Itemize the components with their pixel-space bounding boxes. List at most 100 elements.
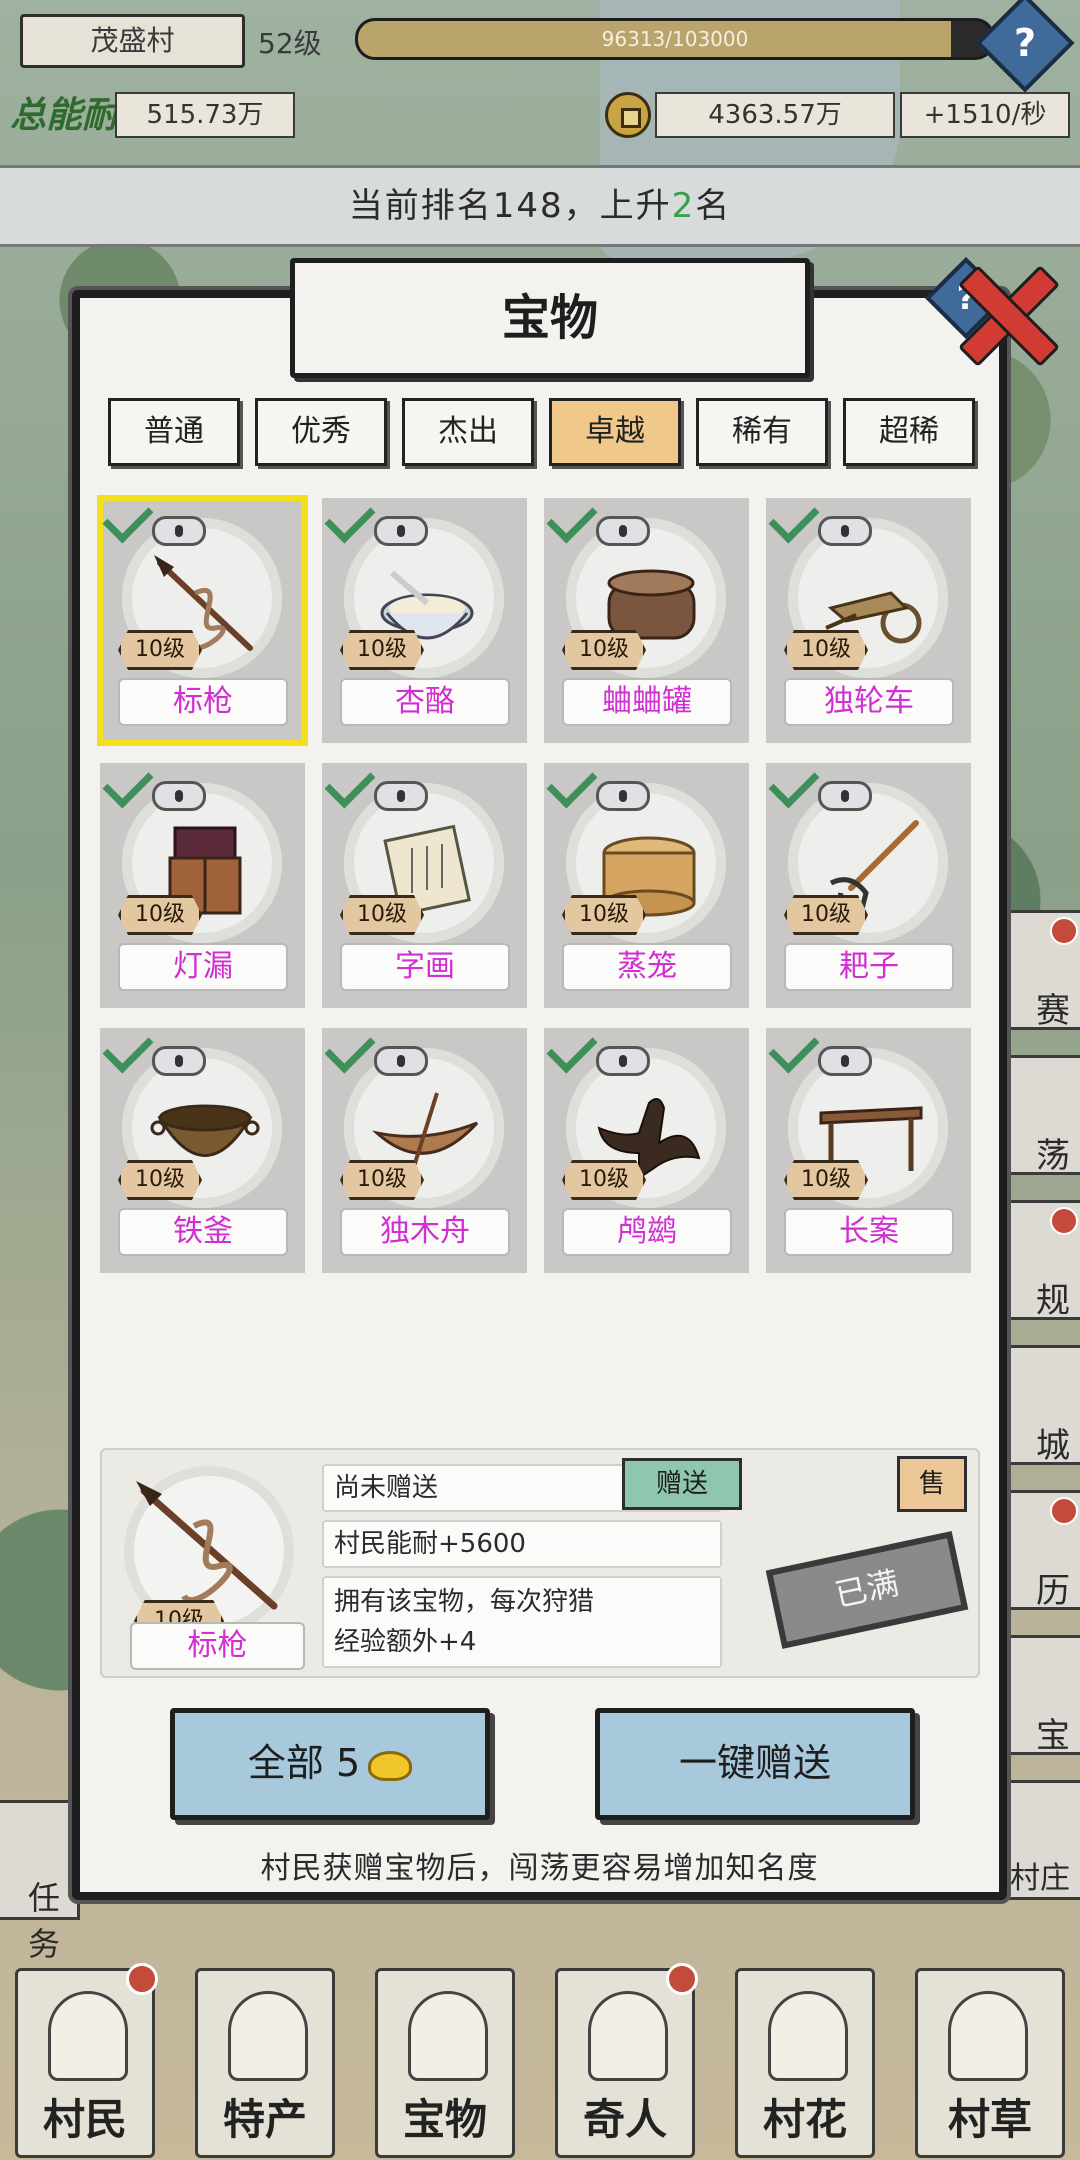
owned-check-icon	[324, 492, 376, 544]
level-badge: 10级	[118, 630, 202, 670]
item-name: 蛐蛐罐	[562, 678, 732, 726]
owned-check-icon	[102, 1022, 154, 1074]
tab-excellent[interactable]: 卓越	[549, 398, 681, 466]
notification-dot	[1050, 917, 1078, 945]
lock-icon	[596, 1046, 650, 1076]
lock-icon	[374, 781, 428, 811]
treasure-card[interactable]: 10级独木舟	[322, 1022, 527, 1273]
item-name: 杏酪	[340, 678, 510, 726]
treasure-card[interactable]: 10级 鸬鹚	[544, 1022, 749, 1273]
copper-coin-icon	[605, 92, 651, 138]
grain-sack-icon	[228, 1991, 308, 2081]
lock-icon	[152, 781, 206, 811]
nav-village-beau[interactable]: 村草	[915, 1968, 1065, 2158]
treasure-card[interactable]: 10级 字画	[322, 757, 527, 1008]
nav-label: 奇人	[582, 2095, 667, 2144]
treasure-card[interactable]: 10级耙子	[766, 757, 971, 1008]
treasure-card[interactable]: 10级独轮车	[766, 492, 971, 743]
tab-rare[interactable]: 稀有	[696, 398, 828, 466]
item-name: 灯漏	[118, 943, 288, 991]
village-name[interactable]: 茂盛村	[20, 14, 245, 68]
nav-villagers[interactable]: 村民	[15, 1963, 158, 2158]
description-line-1: 拥有该宝物，每次狩猎	[334, 1587, 595, 1617]
villager-avatar-icon	[48, 1991, 128, 2081]
owned-check-icon	[324, 1022, 376, 1074]
tab-good[interactable]: 优秀	[255, 398, 387, 466]
stat-bonus: 村民能耐+5600	[322, 1520, 722, 1568]
level-badge: 10级	[784, 895, 868, 935]
owned-check-icon	[324, 757, 376, 809]
rank-text: 当前排名148，上升	[348, 186, 672, 226]
level-badge: 10级	[562, 1160, 646, 1200]
treasure-card[interactable]: 10级 标枪	[97, 492, 308, 746]
item-name: 长案	[784, 1208, 954, 1256]
treasure-card[interactable]: 10级 蒸笼	[544, 757, 749, 1008]
footer-note: 村民获赠宝物后，闯荡更容易增加知名度	[260, 1851, 819, 1886]
side-label: 赛	[1036, 991, 1070, 1031]
modal-title-banner: 宝物 ?	[290, 256, 1008, 378]
village-level: 52级	[258, 27, 322, 60]
level-badge: 10级	[562, 895, 646, 935]
treasure-card[interactable]: 10级蛐蛐罐	[544, 492, 749, 743]
top-hud: 茂盛村 52级 96313/103000 ?	[0, 0, 1080, 93]
item-name: 独木舟	[340, 1208, 510, 1256]
nav-label: 村花	[762, 2095, 847, 2144]
nav-label: 宝物	[402, 2095, 487, 2144]
nav-label: 特产	[222, 2095, 307, 2144]
sell-button[interactable]: 售	[897, 1456, 967, 1512]
nav-label: 村民	[42, 2095, 127, 2144]
nav-specialty[interactable]: 特产	[195, 1968, 335, 2158]
tab-common[interactable]: 普通	[108, 398, 240, 466]
item-name: 独轮车	[784, 678, 954, 726]
treasure-card[interactable]: 10级灯漏	[100, 757, 305, 1008]
eccentric-avatar-icon	[588, 1991, 668, 2081]
treasure-card[interactable]: 10级长案	[766, 1022, 971, 1273]
level-badge: 10级	[340, 1160, 424, 1200]
rarity-tabs: 普通 优秀 杰出 卓越 稀有 超稀	[108, 398, 978, 468]
lock-icon	[374, 1046, 428, 1076]
level-badge: 10级	[340, 630, 424, 670]
help-icon[interactable]: ?	[975, 0, 1075, 93]
nav-eccentric[interactable]: 奇人	[555, 1963, 698, 2158]
gift-button[interactable]: 赠送	[622, 1458, 742, 1510]
level-badge: 10级	[118, 1160, 202, 1200]
notification-dot	[126, 1963, 158, 1995]
treasure-grid: 10级 标枪 10级 杏酪 10级 蛐蛐罐 10级 独轮车 10级 灯漏 10级 字画 10级 蒸笼 10级…	[97, 492, 980, 1298]
treasure-modal: 宝物 ? 普通 优秀 杰出 卓越 稀有 超稀 10级 标枪 10级 杏酪 10级 蛐蛐罐 1…	[72, 256, 1008, 1900]
level-badge: 10级	[118, 895, 202, 935]
level-badge: 10级	[784, 630, 868, 670]
unlock-all-button[interactable]: 全部 5	[170, 1708, 490, 1820]
level-badge: 10级	[562, 630, 646, 670]
village-belle-avatar-icon	[768, 1991, 848, 2081]
side-label: 规	[1036, 1281, 1070, 1321]
side-label: 荡	[1036, 1136, 1070, 1176]
nav-treasure[interactable]: 宝物	[375, 1968, 515, 2158]
rank-rise: 2	[671, 186, 696, 226]
gift-all-button[interactable]: 一键赠送	[595, 1708, 915, 1820]
item-name: 字画	[340, 943, 510, 991]
tab-super-rare[interactable]: 超稀	[843, 398, 975, 466]
side-label: 村庄	[1010, 1861, 1070, 1896]
treasure-card[interactable]: 10级杏酪	[322, 492, 527, 743]
item-name: 耙子	[784, 943, 954, 991]
owned-check-icon	[546, 492, 598, 544]
lock-icon	[152, 1046, 206, 1076]
rank-suffix: 名	[695, 186, 732, 226]
level-badge: 10级	[784, 1160, 868, 1200]
owned-check-icon	[102, 757, 154, 809]
owned-check-icon	[768, 492, 820, 544]
description-line-2: 经验额外+4	[334, 1627, 477, 1657]
treasure-description: 拥有该宝物，每次狩猎 经验额外+4	[322, 1576, 722, 1668]
tab-outstanding[interactable]: 杰出	[402, 398, 534, 466]
owned-check-icon	[546, 757, 598, 809]
side-button-tasks[interactable]: 任务	[0, 1800, 80, 1963]
help-symbol: ?	[1013, 21, 1037, 65]
side-label: 任务	[28, 1879, 61, 1963]
close-icon[interactable]	[950, 258, 1060, 368]
treasure-card[interactable]: 10级 铁釜	[100, 1022, 305, 1273]
nav-village-belle[interactable]: 村花	[735, 1968, 875, 2158]
owned-check-icon	[768, 1022, 820, 1074]
lock-icon	[596, 781, 650, 811]
total-ability-label: 总能耐	[10, 95, 119, 136]
notification-dot	[666, 1963, 698, 1995]
